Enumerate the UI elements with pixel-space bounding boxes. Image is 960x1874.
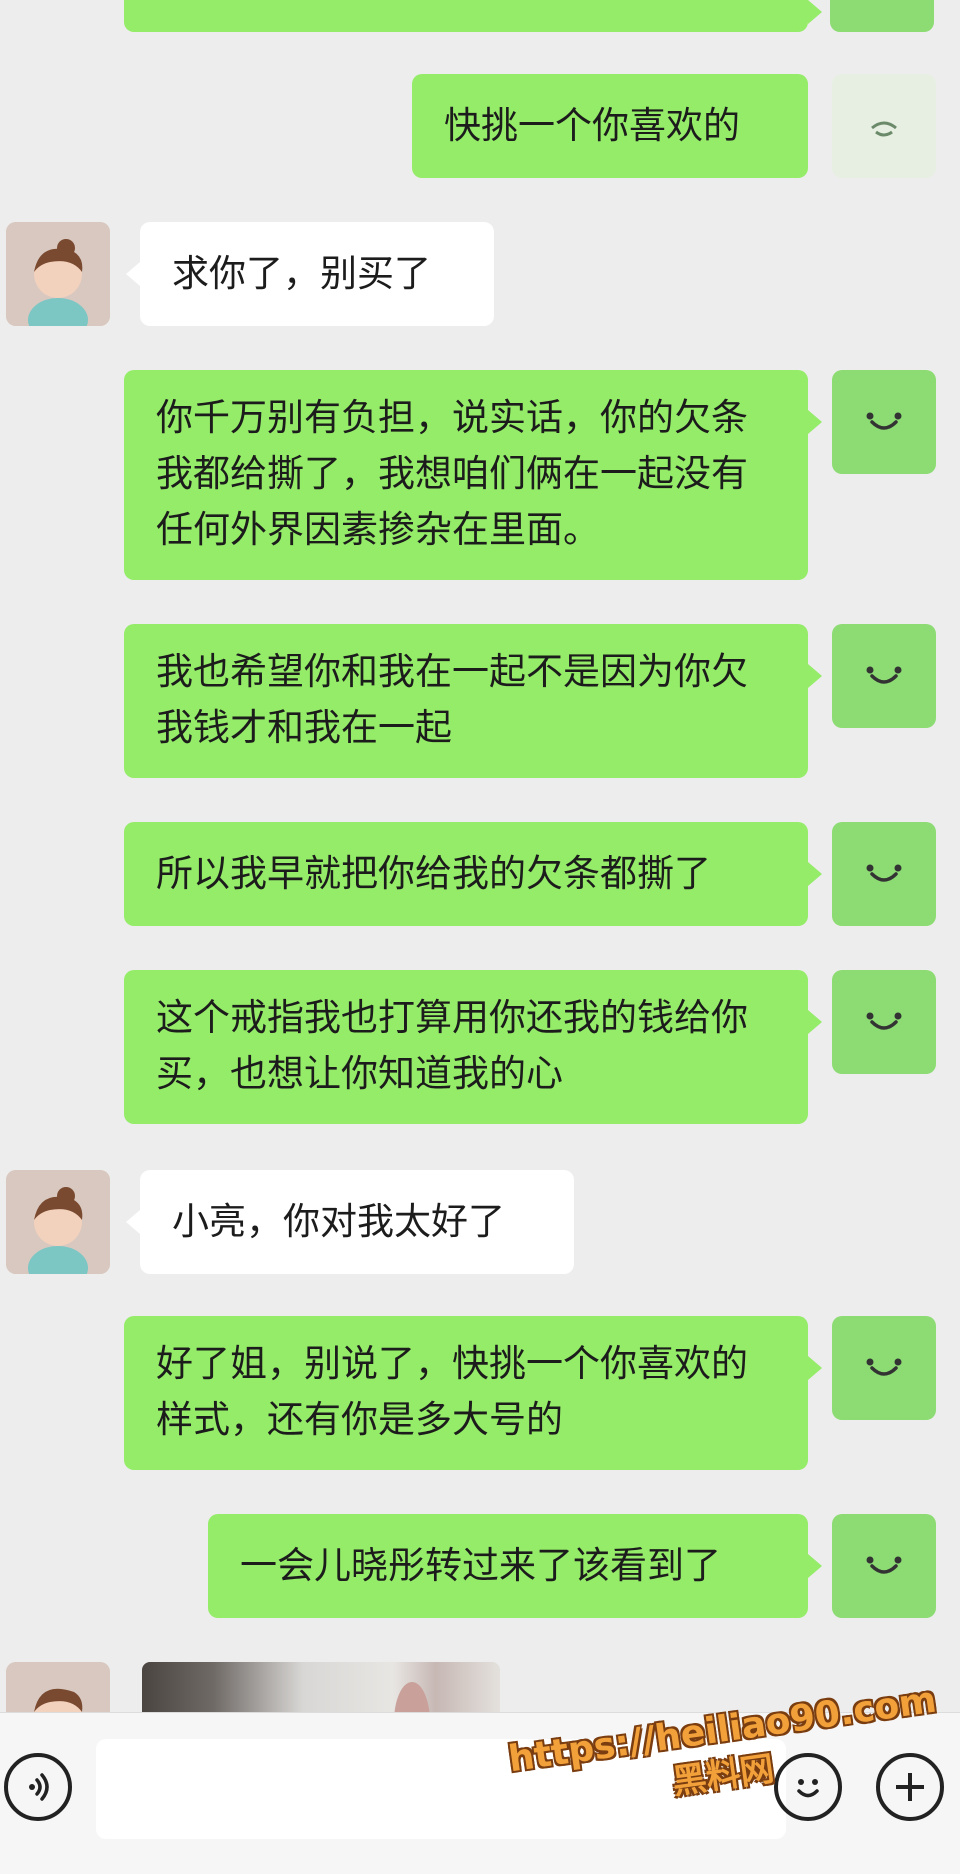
smile-icon	[866, 1556, 902, 1574]
message-bubble-partial	[124, 0, 822, 32]
message-bubble[interactable]: 好了姐，别说了，快挑一个你喜欢的样式，还有你是多大号的	[124, 1316, 822, 1470]
sticker-icon	[871, 121, 897, 137]
avatar-contact[interactable]	[6, 1662, 110, 1712]
avatar-self[interactable]	[832, 624, 936, 728]
photo-content-icon	[394, 1682, 430, 1712]
avatar-self[interactable]	[832, 822, 936, 926]
avatar-self[interactable]	[832, 1514, 936, 1618]
cartoon-girl-icon	[6, 222, 110, 326]
message-bubble[interactable]: 一会儿晓彤转过来了该看到了	[208, 1514, 822, 1618]
smile-icon	[866, 864, 902, 882]
message-bubble[interactable]: 所以我早就把你给我的欠条都撕了	[124, 822, 822, 926]
avatar-contact[interactable]	[6, 1170, 110, 1274]
chat-area[interactable]: 快挑一个你喜欢的 求你了，别买了 你千万别有负担，说实话，你的欠条我都给撕了，我…	[0, 0, 960, 1712]
avatar-partial	[830, 0, 934, 32]
message-bubble[interactable]: 这个戒指我也打算用你还我的钱给你买，也想让你知道我的心	[124, 970, 822, 1124]
avatar-contact[interactable]	[6, 222, 110, 326]
message-bubble[interactable]: 小亮，你对我太好了	[126, 1170, 574, 1274]
cartoon-girl-icon	[6, 1170, 110, 1274]
smile-icon	[866, 1358, 902, 1376]
avatar-self[interactable]	[832, 970, 936, 1074]
sticker-avatar	[832, 74, 936, 178]
smile-icon	[866, 666, 902, 684]
cartoon-girl-icon	[6, 1662, 110, 1712]
message-bubble[interactable]: 你千万别有负担，说实话，你的欠条我都给撕了，我想咱们俩在一起没有任何外界因素掺杂…	[124, 370, 822, 580]
voice-button[interactable]	[4, 1753, 72, 1821]
avatar-self[interactable]	[832, 1316, 936, 1420]
voice-icon	[29, 1773, 49, 1801]
smile-icon	[866, 1012, 902, 1030]
smile-icon	[866, 412, 902, 430]
message-bubble[interactable]: 快挑一个你喜欢的	[412, 74, 808, 178]
message-bubble[interactable]: 我也希望你和我在一起不是因为你欠我钱才和我在一起	[124, 624, 822, 778]
avatar-self[interactable]	[832, 370, 936, 474]
message-bubble[interactable]: 求你了，别买了	[126, 222, 494, 326]
image-thumbnail[interactable]	[142, 1662, 500, 1712]
